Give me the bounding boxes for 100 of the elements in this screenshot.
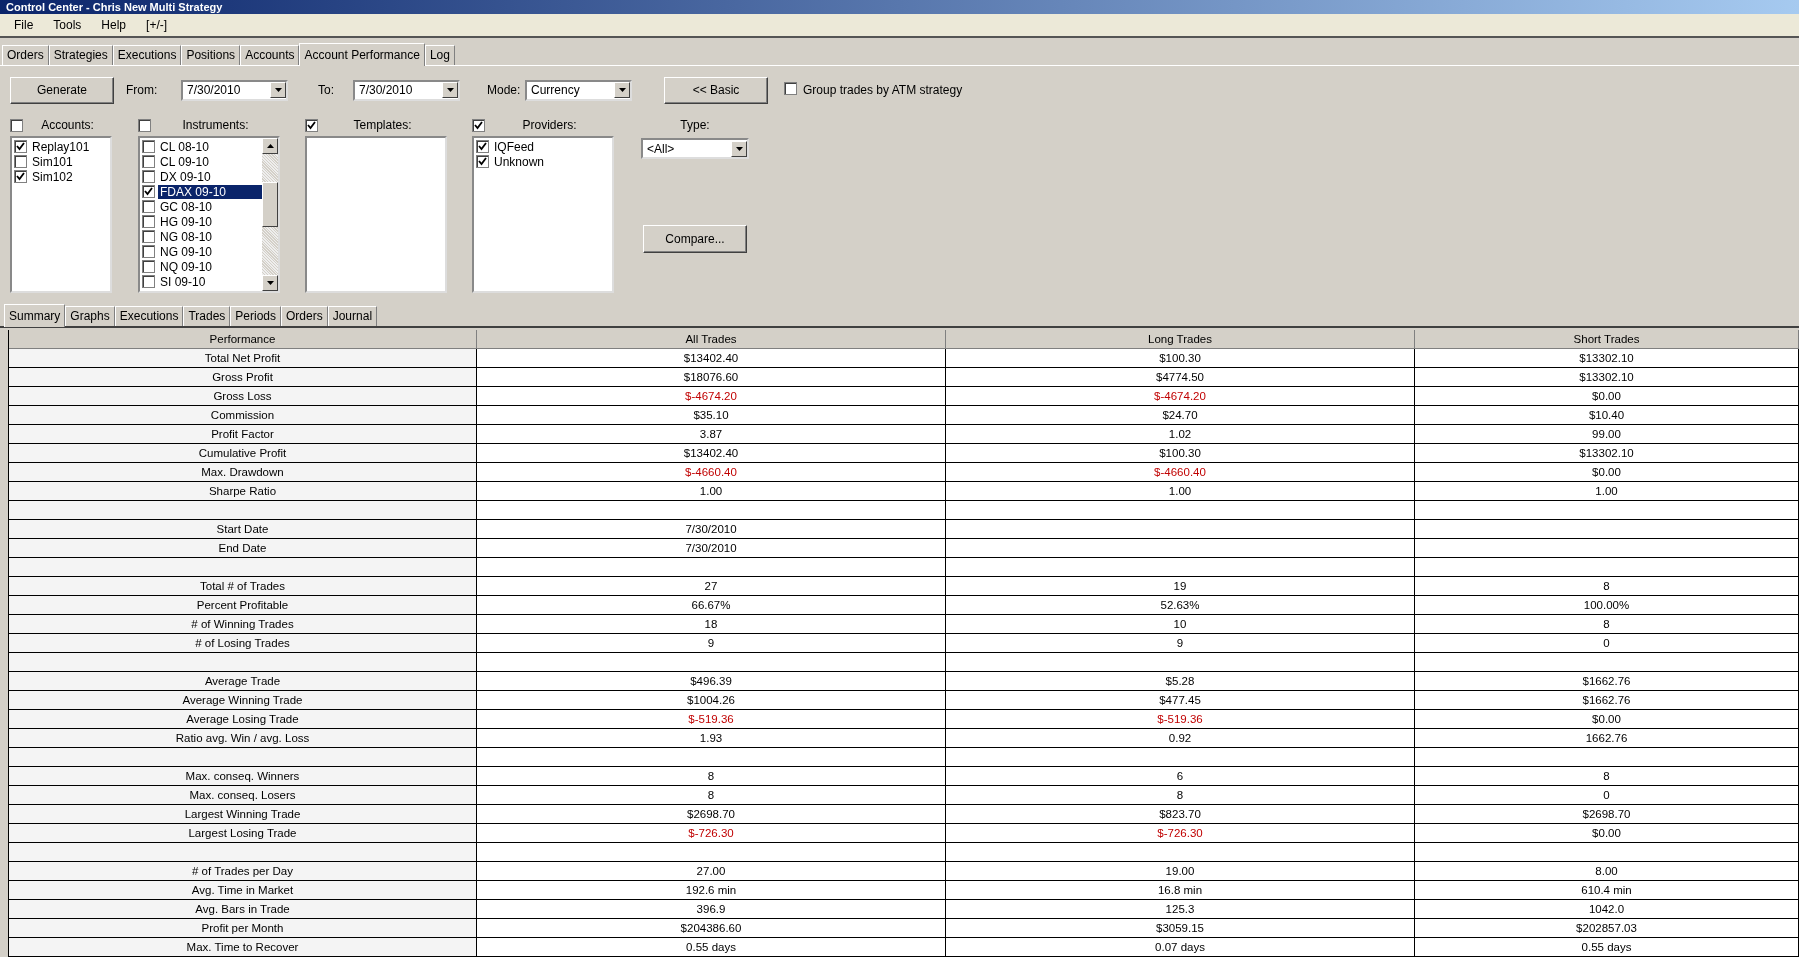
checkbox[interactable] — [142, 215, 155, 228]
list-item[interactable]: IQFeed — [492, 139, 537, 154]
checkbox[interactable] — [305, 118, 318, 132]
checkbox[interactable] — [142, 170, 155, 183]
scroll-up-button[interactable] — [262, 138, 278, 154]
tab[interactable]: Periods — [230, 306, 281, 326]
menu-item[interactable]: Tools — [45, 16, 90, 34]
down-arrow-icon — [266, 281, 274, 285]
list-item[interactable]: GC 08-10 — [158, 199, 215, 214]
table-cell: $13302.10 — [1415, 368, 1799, 387]
table-cell: Gross Loss — [9, 387, 477, 406]
table-cell: 1042.0 — [1415, 900, 1799, 919]
scrollbar[interactable] — [262, 138, 278, 291]
checkbox[interactable] — [142, 200, 155, 213]
tab[interactable]: Executions — [114, 306, 184, 326]
list-item[interactable]: Sim101 — [30, 154, 75, 169]
checkbox-list[interactable]: Replay101 Sim101 Sim102 — [10, 136, 112, 293]
table-cell: 27.00 — [477, 862, 946, 881]
checkbox[interactable] — [142, 275, 155, 288]
generate-button[interactable]: Generate — [10, 76, 114, 104]
checkbox[interactable] — [142, 185, 155, 198]
list-item[interactable]: NG 08-10 — [158, 229, 215, 244]
tab[interactable]: Log — [424, 45, 455, 65]
list-item[interactable]: HG 09-10 — [158, 214, 215, 229]
checkbox[interactable] — [784, 82, 797, 95]
from-date-field[interactable]: 7/30/2010 — [181, 79, 288, 101]
list-item[interactable]: Sim102 — [30, 169, 75, 184]
list-item[interactable]: Replay101 — [30, 139, 92, 154]
list-item[interactable]: NG 09-10 — [158, 244, 215, 259]
checkbox-list[interactable]: IQFeed Unknown — [472, 136, 614, 293]
checkbox-list[interactable] — [305, 136, 447, 293]
table-cell: 8.00 — [1415, 862, 1799, 881]
from-label: From: — [126, 83, 159, 97]
list-item[interactable]: SI 09-10 — [158, 274, 208, 289]
tab[interactable]: Orders — [281, 306, 328, 326]
list-item[interactable]: NQ 09-10 — [158, 259, 215, 274]
tab[interactable]: Journal — [327, 306, 378, 326]
table-cell: $202857.03 — [1415, 919, 1799, 938]
column-header[interactable]: Performance — [9, 330, 477, 349]
table-cell: 66.67% — [477, 596, 946, 615]
list-item[interactable]: Unknown — [492, 154, 547, 169]
table-cell: 6 — [946, 767, 1415, 786]
table-cell: $13402.40 — [477, 349, 946, 368]
list-item[interactable]: DX 09-10 — [158, 169, 213, 184]
table-cell: $-519.36 — [477, 710, 946, 729]
table-cell: 1.00 — [946, 482, 1415, 501]
menu-item[interactable]: File — [6, 16, 42, 34]
tab[interactable]: Trades — [183, 306, 231, 326]
checkbox[interactable] — [142, 245, 155, 258]
column-header[interactable]: All Trades — [477, 330, 946, 349]
checkbox[interactable] — [142, 140, 155, 153]
compare-button[interactable]: Compare... — [643, 225, 747, 253]
checkbox[interactable] — [472, 118, 485, 132]
checkbox[interactable] — [476, 140, 489, 153]
table-cell: $0.00 — [1415, 463, 1799, 482]
table-cell: # of Winning Trades — [9, 615, 477, 634]
table-cell: Percent Profitable — [9, 596, 477, 615]
checkbox[interactable] — [476, 155, 489, 168]
tab[interactable]: Accounts — [240, 45, 300, 65]
tab[interactable]: Strategies — [48, 45, 113, 65]
table-cell: 396.9 — [477, 900, 946, 919]
tab[interactable]: Positions — [181, 45, 241, 65]
scroll-down-button[interactable] — [262, 275, 278, 291]
list-item[interactable]: CL 09-10 — [158, 154, 211, 169]
column-header[interactable]: Short Trades — [1415, 330, 1799, 349]
tab[interactable]: Executions — [112, 45, 182, 65]
type-dropdown[interactable]: <All> — [641, 138, 749, 159]
basic-button[interactable]: << Basic — [664, 76, 768, 104]
to-date-field[interactable]: 7/30/2010 — [353, 79, 460, 101]
table-cell: $2698.70 — [477, 805, 946, 824]
table-cell: $13302.10 — [1415, 444, 1799, 463]
table-cell: $13302.10 — [1415, 349, 1799, 368]
checkbox[interactable] — [14, 155, 27, 168]
list-item[interactable]: CL 08-10 — [158, 139, 211, 154]
tab[interactable]: Orders — [2, 45, 49, 65]
tab[interactable]: Summary — [4, 304, 66, 327]
scroll-thumb[interactable] — [262, 182, 278, 227]
menu-item[interactable]: Help — [93, 16, 135, 34]
table-cell: 9 — [477, 634, 946, 653]
table-cell: $24.70 — [946, 406, 1415, 425]
column-header[interactable]: Long Trades — [946, 330, 1415, 349]
checkbox[interactable] — [142, 230, 155, 243]
table-cell: $2698.70 — [1415, 805, 1799, 824]
table-cell: 100.00% — [1415, 596, 1799, 615]
tab[interactable]: Account Performance — [299, 43, 425, 66]
menu-item[interactable]: [+/-] — [138, 16, 176, 34]
checkbox[interactable] — [14, 140, 27, 153]
checkbox-list[interactable]: CL 08-10 CL 09-10 DX 09-10 FDAX 09-10 GC 08-10 HG 09-10 NG 08-10 NG 09-10 NQ 09-10 SI 09-10 — [138, 136, 280, 293]
table-cell: $1662.76 — [1415, 691, 1799, 710]
checkbox[interactable] — [138, 118, 151, 132]
table-cell: 10 — [946, 615, 1415, 634]
checkbox[interactable] — [142, 260, 155, 273]
checkbox[interactable] — [14, 170, 27, 183]
table-cell: 0 — [1415, 786, 1799, 805]
mode-dropdown[interactable]: Currency — [525, 79, 632, 101]
list-item[interactable]: FDAX 09-10 — [158, 184, 262, 199]
table-cell: $-4660.40 — [477, 463, 946, 482]
tab[interactable]: Graphs — [65, 306, 115, 326]
checkbox[interactable] — [10, 118, 23, 132]
checkbox[interactable] — [142, 155, 155, 168]
